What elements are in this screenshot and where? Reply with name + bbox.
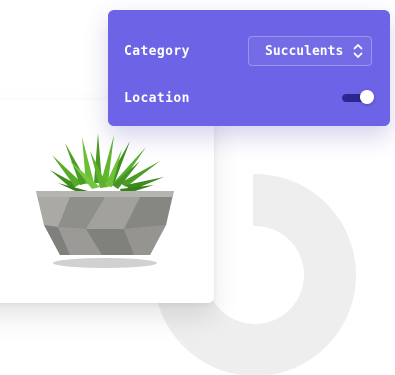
chevron-up-down-icon: [353, 44, 363, 58]
location-row: Location: [124, 86, 374, 110]
category-select-value: Succulents: [265, 43, 344, 59]
location-toggle[interactable]: [342, 90, 374, 104]
settings-panel: Category Succulents Location: [108, 10, 390, 126]
plant-image: [36, 133, 174, 268]
stage: Category Succulents Location: [0, 0, 395, 375]
category-select[interactable]: Succulents: [248, 36, 372, 66]
succulent-leaves: [50, 133, 164, 195]
toggle-knob: [360, 90, 374, 104]
concrete-pot: [36, 191, 174, 255]
category-row: Category Succulents: [124, 36, 372, 66]
location-label: Location: [124, 90, 190, 106]
category-label: Category: [124, 43, 190, 59]
